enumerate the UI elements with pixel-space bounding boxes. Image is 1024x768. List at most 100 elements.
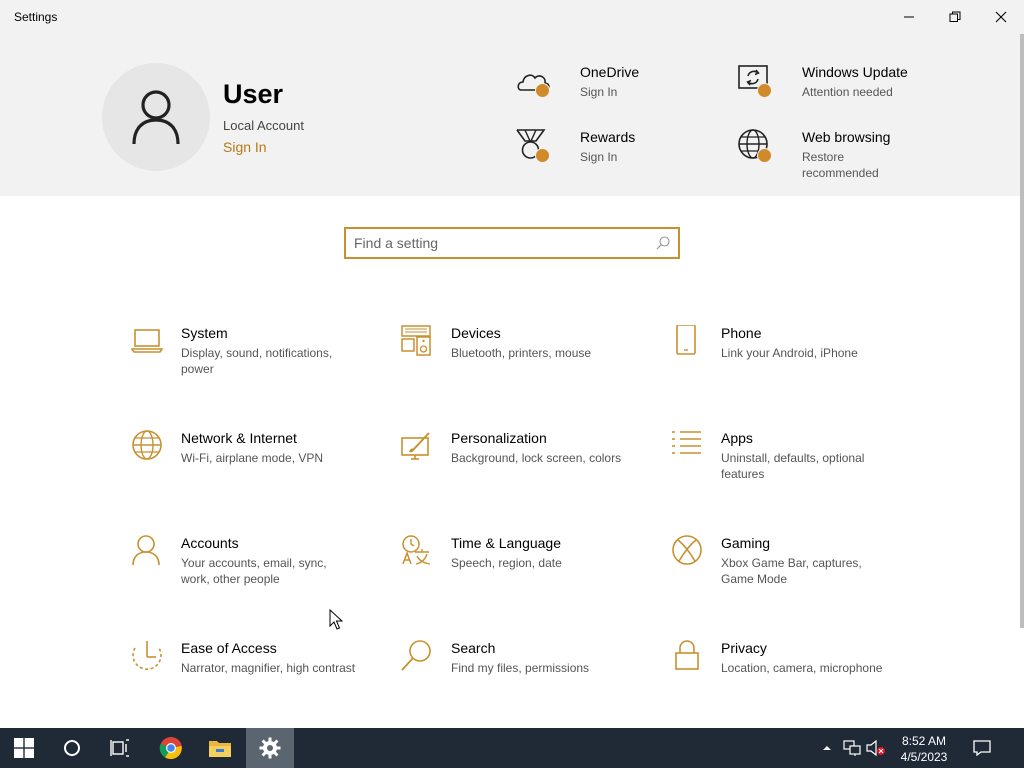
volume-tray-button[interactable]: [864, 728, 888, 768]
category-description: Display, sound, notifications, power: [181, 346, 333, 376]
category-time-language[interactable]: Time & Language Speech, region, date: [401, 535, 641, 605]
category-description: Wi-Fi, airplane mode, VPN: [181, 451, 324, 465]
update-icon: [738, 65, 768, 89]
keyboard-speaker-icon: [401, 325, 431, 356]
category-phone[interactable]: Phone Link your Android, iPhone: [671, 325, 911, 395]
lock-icon: [675, 640, 699, 670]
restore-button[interactable]: [932, 0, 978, 34]
medal-icon: [516, 129, 546, 159]
category-name: System: [181, 325, 228, 341]
category-personalization[interactable]: Personalization Background, lock screen,…: [401, 430, 641, 500]
category-description: Uninstall, defaults, optional features: [721, 451, 865, 481]
avatar[interactable]: [102, 63, 210, 171]
title-bar[interactable]: Settings: [0, 0, 1024, 34]
clock-time: 8:52 AM: [901, 734, 947, 748]
web-browsing-title: Web browsing: [802, 129, 891, 145]
rewards-title: Rewards: [580, 129, 636, 145]
web-browsing-status-badge: [757, 148, 772, 163]
quick-link-windows-update[interactable]: Windows Update Attention needed: [738, 64, 938, 120]
category-ease-of-access[interactable]: Ease of Access Narrator, magnifier, high…: [131, 640, 371, 710]
cortana-circle-icon: [64, 740, 80, 756]
cortana-button[interactable]: [48, 728, 96, 768]
window-title: Settings: [14, 10, 58, 24]
close-button[interactable]: [978, 0, 1024, 34]
category-name: Personalization: [451, 430, 547, 446]
web-browsing-subtitle: Restore recommended: [802, 150, 879, 180]
person-icon: [132, 90, 180, 145]
category-description: Your accounts, email, sync, work, other …: [181, 556, 327, 586]
windows-logo-icon: [14, 738, 34, 758]
file-explorer-taskbar-button[interactable]: [196, 728, 244, 768]
minimize-button[interactable]: [886, 0, 932, 34]
chrome-icon: [159, 737, 182, 760]
start-button[interactable]: [0, 728, 48, 768]
taskbar: 8:52 AM 4/5/2023: [0, 728, 1024, 768]
category-search[interactable]: Search Find my files, permissions: [401, 640, 641, 710]
search-box[interactable]: [344, 227, 680, 259]
quick-link-rewards[interactable]: Rewards Sign In: [516, 129, 716, 185]
category-name: Search: [451, 640, 496, 656]
cloud-icon: [517, 74, 550, 91]
category-description: Find my files, permissions: [451, 661, 590, 675]
clock[interactable]: 8:52 AM 4/5/2023: [892, 733, 956, 765]
action-center-button[interactable]: [960, 728, 1004, 768]
onedrive-title: OneDrive: [580, 64, 640, 80]
clock-date: 4/5/2023: [900, 750, 948, 764]
network-tray-button[interactable]: [840, 728, 864, 768]
task-view-icon: [110, 739, 129, 757]
category-network-internet[interactable]: Network & Internet Wi-Fi, airplane mode,…: [131, 430, 371, 500]
category-name: Time & Language: [451, 535, 561, 551]
category-name: Accounts: [181, 535, 239, 551]
search-input[interactable]: [354, 234, 644, 252]
quick-link-web-browsing[interactable]: Web browsing Restore recommended: [738, 129, 938, 185]
account-type: Local Account: [223, 118, 304, 133]
apps-list-icon: [672, 431, 701, 454]
rewards-status-badge: [535, 148, 550, 163]
category-description: Speech, region, date: [451, 556, 562, 570]
category-description: Bluetooth, printers, mouse: [451, 346, 592, 360]
settings-taskbar-button[interactable]: [246, 728, 294, 768]
category-accounts[interactable]: Accounts Your accounts, email, sync, wor…: [131, 535, 371, 605]
category-name: Ease of Access: [181, 640, 277, 656]
windows-update-title: Windows Update: [802, 64, 908, 80]
magnifier-icon: [401, 640, 431, 671]
category-name: Privacy: [721, 640, 767, 656]
gear-icon: [259, 737, 281, 759]
close-icon: [995, 11, 1007, 23]
restore-icon: [949, 11, 961, 22]
account-header: User Local Account Sign In OneDrive Sign…: [0, 34, 1020, 196]
category-description: Xbox Game Bar, captures, Game Mode: [721, 556, 862, 586]
time-language-icon: [402, 535, 431, 565]
task-view-button[interactable]: [96, 728, 144, 768]
category-name: Network & Internet: [181, 430, 297, 446]
onedrive-status-badge: [535, 83, 550, 98]
quick-link-onedrive[interactable]: OneDrive Sign In: [516, 64, 716, 120]
user-name: User: [223, 79, 284, 109]
category-name: Gaming: [721, 535, 771, 551]
category-apps[interactable]: Apps Uninstall, defaults, optional featu…: [671, 430, 911, 500]
category-gaming[interactable]: Gaming Xbox Game Bar, captures, Game Mod…: [671, 535, 911, 605]
sign-in-link[interactable]: Sign In: [223, 139, 267, 155]
category-name: Devices: [451, 325, 501, 341]
laptop-icon: [131, 329, 164, 353]
person-icon: [132, 535, 160, 566]
category-name: Apps: [721, 430, 753, 446]
ease-of-access-icon: [132, 641, 162, 670]
category-description: Location, camera, microphone: [721, 661, 883, 675]
category-privacy[interactable]: Privacy Location, camera, microphone: [671, 640, 911, 710]
scrollbar[interactable]: [1020, 34, 1024, 628]
show-hidden-icons-button[interactable]: [816, 728, 838, 768]
windows-update-subtitle: Attention needed: [802, 85, 893, 99]
minimize-icon: [904, 16, 914, 18]
onedrive-subtitle: Sign In: [580, 85, 618, 99]
category-system[interactable]: System Display, sound, notifications, po…: [131, 325, 371, 395]
rewards-subtitle: Sign In: [580, 150, 618, 164]
globe-icon: [738, 129, 768, 159]
category-description: Narrator, magnifier, high contrast: [181, 661, 356, 675]
category-name: Phone: [721, 325, 762, 341]
category-devices[interactable]: Devices Bluetooth, printers, mouse: [401, 325, 641, 395]
settings-window: Settings User Local Account Sign In OneD…: [0, 0, 1024, 728]
category-description: Background, lock screen, colors: [451, 451, 622, 465]
search-icon[interactable]: [656, 236, 670, 250]
chrome-taskbar-button[interactable]: [147, 728, 195, 768]
